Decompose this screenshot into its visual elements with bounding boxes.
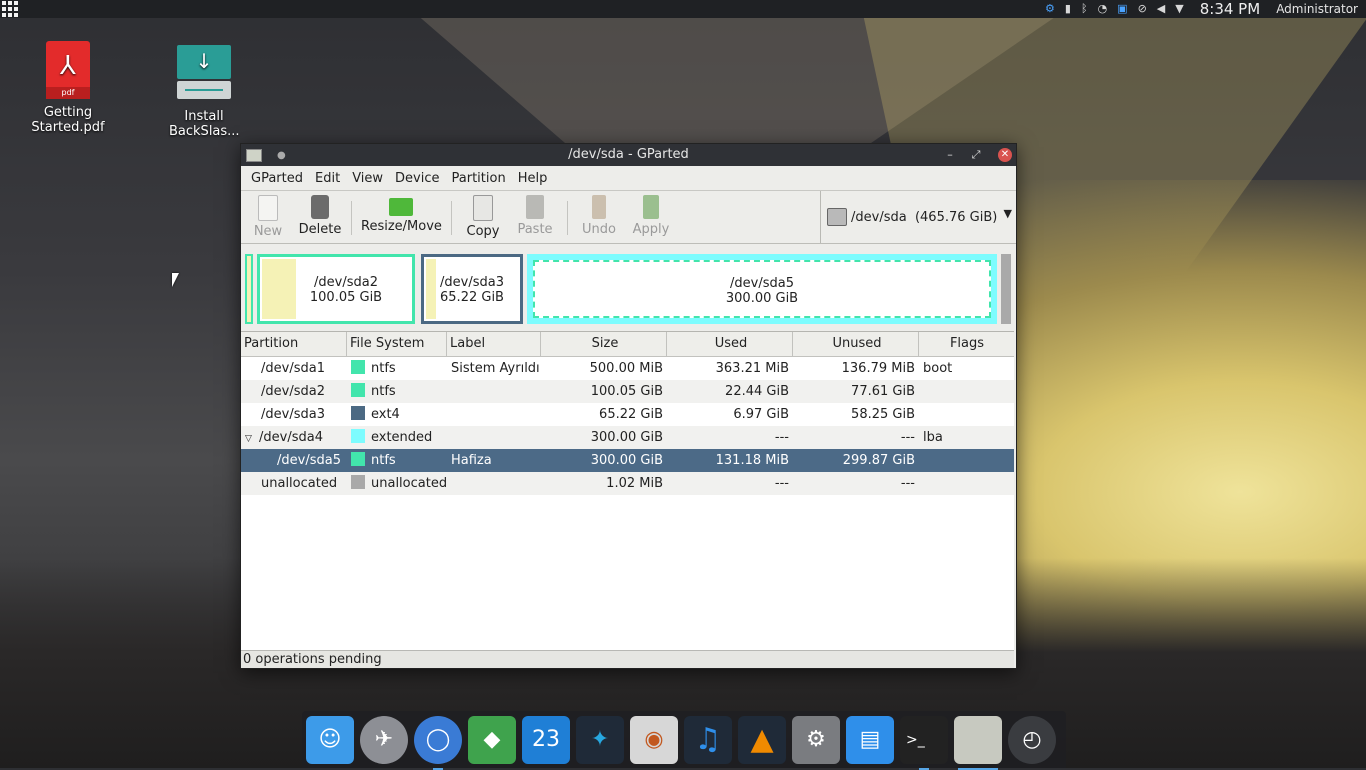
launchpad-icon[interactable]: ✈ bbox=[360, 715, 408, 764]
chevron-down-icon[interactable]: ▼ bbox=[1004, 207, 1012, 220]
battery-icon[interactable]: ▮ bbox=[1065, 0, 1071, 18]
expander-triangle-icon[interactable]: ▽ bbox=[245, 428, 259, 449]
vlc-icon[interactable]: ▲ bbox=[738, 715, 786, 764]
column-size[interactable]: Size bbox=[541, 332, 667, 356]
table-row[interactable]: /dev/sda3 ext4 65.22 GiB 6.97 GiB 58.25 … bbox=[241, 403, 1014, 426]
fs-color-swatch bbox=[351, 406, 365, 420]
column-unused[interactable]: Unused bbox=[793, 332, 919, 356]
close-icon[interactable]: ✕ bbox=[998, 148, 1012, 162]
settings-icon[interactable]: ⚙ bbox=[1045, 0, 1055, 18]
column-file-system[interactable]: File System bbox=[347, 332, 447, 356]
menu-partition[interactable]: Partition bbox=[446, 171, 512, 186]
calendar-icon[interactable]: 23 bbox=[522, 715, 570, 764]
partition-block-sda1[interactable] bbox=[245, 254, 253, 324]
checkmark-icon bbox=[643, 195, 659, 219]
fs-color-swatch bbox=[351, 383, 365, 397]
column-partition[interactable]: Partition bbox=[241, 332, 347, 356]
system-tray: ⚙ ▮ ᛒ ◔ ▣ ⊘ ◀ ▼ 8:34 PM Administrator bbox=[1045, 0, 1366, 18]
paste-clipboard-icon bbox=[526, 195, 544, 219]
trash-icon bbox=[311, 195, 329, 219]
menubar: GParted Edit View Device Partition Help bbox=[241, 166, 1016, 191]
partition-block-unallocated[interactable] bbox=[1001, 254, 1011, 324]
undo-button[interactable]: Undo bbox=[579, 195, 619, 237]
partition-block-sda4-extended[interactable]: /dev/sda5 300.00 GiB bbox=[527, 254, 997, 324]
partition-map: /dev/sda2 100.05 GiB /dev/sda3 65.22 GiB… bbox=[245, 254, 1011, 324]
column-label[interactable]: Label bbox=[447, 332, 541, 356]
device-selector[interactable]: /dev/sda (465.76 GiB) ▼ bbox=[820, 191, 1016, 243]
terminal-icon[interactable]: >_ bbox=[900, 715, 948, 770]
hard-disk-icon bbox=[827, 208, 847, 226]
resize-arrow-icon bbox=[389, 198, 413, 216]
minimize-icon[interactable]: – bbox=[942, 147, 958, 163]
installer-icon: ↓ bbox=[177, 45, 231, 101]
table-row[interactable]: /dev/sda2 ntfs 100.05 GiB 22.44 GiB 77.6… bbox=[241, 380, 1014, 403]
menu-help[interactable]: Help bbox=[512, 171, 554, 186]
window-title: /dev/sda - GParted bbox=[568, 147, 689, 162]
finder-icon[interactable]: ☺ bbox=[306, 715, 354, 764]
desktop-icon-install[interactable]: ↓ Install BackSlas... bbox=[154, 45, 254, 139]
menu-device[interactable]: Device bbox=[389, 171, 445, 186]
clock-icon[interactable]: ◴ bbox=[1008, 715, 1056, 764]
menu-view[interactable]: View bbox=[346, 171, 389, 186]
copy-icon bbox=[473, 195, 493, 221]
app-store-icon[interactable]: ▤ bbox=[846, 715, 894, 764]
undo-arrow-icon bbox=[592, 195, 606, 219]
partition-block-sda2[interactable]: /dev/sda2 100.05 GiB bbox=[257, 254, 415, 324]
menu-gparted[interactable]: GParted bbox=[245, 171, 309, 186]
system-settings-icon[interactable]: ⚙ bbox=[792, 715, 840, 764]
bluetooth-icon[interactable]: ᛒ bbox=[1081, 0, 1088, 18]
clock[interactable]: 8:34 PM bbox=[1200, 0, 1260, 18]
volume-icon[interactable]: ◀ bbox=[1157, 0, 1165, 18]
column-used[interactable]: Used bbox=[667, 332, 793, 356]
kodi-icon[interactable]: ✦ bbox=[576, 715, 624, 764]
attachment-icon[interactable]: ⊘ bbox=[1138, 0, 1147, 18]
dropdown-icon[interactable]: ▼ bbox=[1175, 0, 1183, 18]
device-selector-label: /dev/sda (465.76 GiB) bbox=[851, 209, 998, 225]
fs-color-swatch bbox=[351, 429, 365, 443]
paste-button[interactable]: Paste bbox=[515, 195, 555, 237]
toolbar: New Delete Resize/Move Copy Paste Undo A… bbox=[241, 191, 1016, 244]
desktop-icon-label: Install BackSlas... bbox=[169, 109, 240, 139]
maximize-icon[interactable]: ⤢ bbox=[968, 147, 984, 163]
gparted-icon[interactable] bbox=[954, 715, 1002, 770]
delete-button[interactable]: Delete bbox=[297, 195, 343, 237]
partition-block-sda3[interactable]: /dev/sda3 65.22 GiB bbox=[421, 254, 523, 324]
gparted-window: ● /dev/sda - GParted – ⤢ ✕ GParted Edit … bbox=[240, 143, 1017, 669]
partition-block-sda5[interactable]: /dev/sda5 300.00 GiB bbox=[533, 260, 991, 318]
menu-edit[interactable]: Edit bbox=[309, 171, 346, 186]
table-row[interactable]: unallocated unallocated 1.02 MiB --- --- bbox=[241, 472, 1014, 495]
desktop-icon-getting-started[interactable]: ⅄ pdf Getting Started.pdf bbox=[18, 41, 118, 135]
resize-move-button[interactable]: Resize/Move bbox=[361, 195, 442, 234]
dock: ☺ ✈ ◯ ◆ 23 ✦ ◉ ♫ ▲ ⚙ ▤ >_ ◴ bbox=[302, 711, 1066, 770]
user-name[interactable]: Administrator bbox=[1276, 2, 1358, 16]
partition-table: Partition File System Label Size Used Un… bbox=[241, 331, 1014, 650]
desktop-icon-label: Getting Started.pdf bbox=[31, 105, 105, 135]
top-panel: ⚙ ▮ ᛒ ◔ ▣ ⊘ ◀ ▼ 8:34 PM Administrator bbox=[0, 0, 1366, 18]
new-button[interactable]: New bbox=[251, 195, 285, 239]
clipboard-icon[interactable]: ▣ bbox=[1117, 0, 1127, 18]
status-bar: 0 operations pending bbox=[241, 650, 1014, 668]
wifi-icon[interactable]: ◔ bbox=[1098, 0, 1108, 18]
window-titlebar[interactable]: ● /dev/sda - GParted – ⤢ ✕ bbox=[241, 144, 1016, 166]
table-row-selected[interactable]: /dev/sda5 ntfs Hafiza 300.00 GiB 131.18 … bbox=[241, 449, 1014, 472]
column-flags[interactable]: Flags bbox=[919, 332, 1012, 356]
fs-color-swatch bbox=[351, 452, 365, 466]
pdf-file-icon: ⅄ pdf bbox=[46, 41, 90, 99]
maps-icon[interactable]: ◆ bbox=[468, 715, 516, 764]
fs-color-swatch bbox=[351, 360, 365, 374]
copy-button[interactable]: Copy bbox=[463, 195, 503, 239]
table-header: Partition File System Label Size Used Un… bbox=[241, 332, 1014, 357]
camera-icon[interactable]: ◉ bbox=[630, 715, 678, 764]
music-icon[interactable]: ♫ bbox=[684, 715, 732, 764]
fs-color-swatch bbox=[351, 475, 365, 489]
app-menu-grid-icon[interactable] bbox=[2, 1, 18, 17]
new-document-icon bbox=[258, 195, 278, 221]
apply-button[interactable]: Apply bbox=[631, 195, 671, 237]
table-row[interactable]: ▽/dev/sda4 extended 300.00 GiB --- --- l… bbox=[241, 426, 1014, 449]
chromium-icon[interactable]: ◯ bbox=[414, 715, 462, 770]
mouse-cursor-icon bbox=[172, 273, 179, 287]
table-row[interactable]: /dev/sda1 ntfs Sistem Ayrıldı 500.00 MiB… bbox=[241, 357, 1014, 380]
